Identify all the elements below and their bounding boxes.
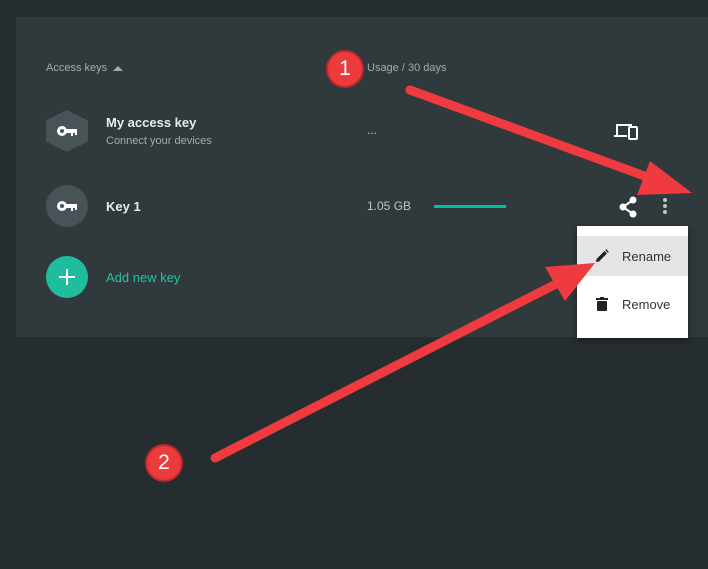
step-badge-2: 2 <box>145 444 183 482</box>
step-badge-1: 1 <box>326 50 364 88</box>
annotation-arrow-2 <box>210 263 595 463</box>
annotation-arrow-1 <box>405 85 692 195</box>
